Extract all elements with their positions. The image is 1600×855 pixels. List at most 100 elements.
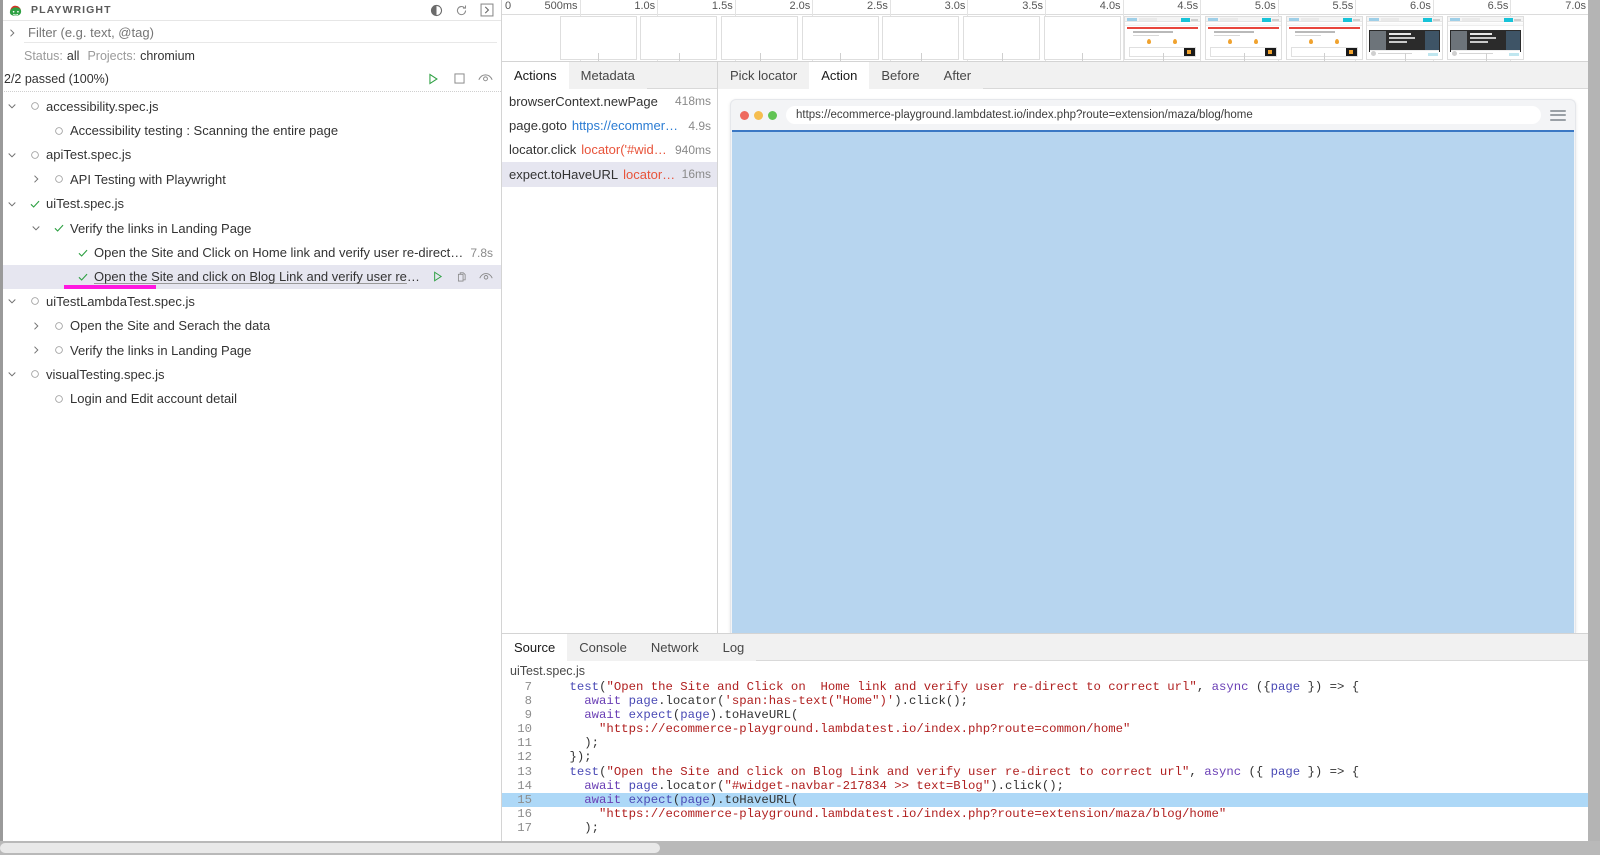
tab-before[interactable]: Before [869, 62, 932, 89]
left-edge-marker [0, 0, 3, 841]
test-tree-row[interactable]: Login and Edit account detail [0, 387, 501, 411]
filmstrip-tick [1243, 53, 1245, 61]
test-tree-row[interactable]: Open the Site and click on Blog Link and… [0, 264, 501, 290]
run-test-button[interactable] [430, 269, 445, 284]
code-line: 7 test("Open the Site and Click on Home … [502, 680, 1588, 694]
line-number: 8 [524, 694, 532, 709]
test-tree-row[interactable]: Verify the links in Landing Page [0, 338, 501, 362]
action-duration: 16ms [681, 167, 711, 182]
tab-log[interactable]: Log [710, 634, 757, 661]
action-row[interactable]: browserContext.newPage 418ms [502, 89, 717, 113]
watch-button[interactable] [477, 71, 493, 87]
action-title: locator.click [509, 142, 577, 158]
test-tree-row[interactable]: Accessibility testing : Scanning the ent… [0, 118, 501, 142]
test-tree-row[interactable]: Open the Site and Serach the data [0, 314, 501, 338]
action-row[interactable]: expect.toHaveURLlocator(':roo… 16ms [502, 162, 717, 187]
summary-row: 2/2 passed (100%) [0, 66, 501, 92]
tab-source[interactable]: Source [502, 634, 568, 661]
test-tree-row[interactable]: API Testing with Playwright [0, 167, 501, 191]
test-status-icon [24, 369, 46, 379]
minimize-dot-icon [754, 110, 763, 120]
status-value[interactable]: all [67, 49, 80, 63]
playwright-logo-icon [8, 3, 23, 18]
filmstrip-tick [598, 53, 600, 61]
test-tree-row[interactable]: uiTest.spec.js [0, 192, 501, 216]
tab-after[interactable]: After [931, 62, 984, 89]
tree-chevron-none-icon [24, 119, 48, 143]
tab-metadata[interactable]: Metadata [568, 62, 647, 89]
theme-toggle-icon[interactable] [428, 2, 445, 19]
test-tree-row[interactable]: uiTestLambdaTest.spec.js [0, 289, 501, 313]
horizontal-scrollbar[interactable] [0, 841, 1600, 855]
tab-action[interactable]: Action [809, 62, 870, 89]
reload-icon[interactable] [453, 2, 470, 19]
tree-chevron-down-icon[interactable] [0, 94, 24, 118]
test-status-icon [48, 345, 70, 355]
browser-url-bar[interactable]: https://ecommerce-playground.lambdatest.… [786, 106, 1541, 124]
test-duration: 7.8s [470, 245, 493, 260]
test-label: Verify the links in Landing Page [70, 342, 252, 358]
filmstrip[interactable] [502, 16, 1588, 61]
filmstrip-tick [678, 53, 680, 61]
test-tree-row[interactable]: apiTest.spec.js [0, 143, 501, 167]
action-row[interactable]: page.gotohttps://ecommerce-pl… 4.9s [502, 113, 717, 137]
test-label: visualTesting.spec.js [46, 366, 165, 382]
preview-tabbar: Pick locator Action Before After [718, 62, 1588, 89]
filmstrip-tick [920, 53, 922, 61]
test-status-icon [48, 174, 70, 184]
preview-panel: Pick locator Action Before After https://ec… [718, 62, 1588, 633]
code-line: 15 await expect(page).toHaveURL( [502, 792, 1588, 807]
watch-test-button[interactable] [478, 269, 493, 284]
tree-chevron-right-icon[interactable] [24, 314, 48, 338]
tree-chevron-down-icon[interactable] [24, 216, 48, 240]
hamburger-menu-icon[interactable] [1550, 109, 1566, 121]
projects-value[interactable]: chromium [140, 49, 195, 63]
sidebar-header: PLAYWRIGHT [0, 0, 501, 21]
tree-chevron-none-icon [48, 241, 72, 265]
test-label: Open the Site and click on Blog Link and… [94, 269, 420, 285]
timeline[interactable]: 0 500ms 1.0s 1.5s 2.0s 2.5s 3.0s 3.5s 4.0s 4.5s 5… [502, 0, 1588, 62]
test-status-icon [24, 198, 46, 210]
tab-pick-locator[interactable]: Pick locator [718, 62, 810, 89]
tree-chevron-down-icon[interactable] [0, 362, 24, 386]
tree-chevron-right-icon[interactable] [24, 338, 48, 362]
tab-actions[interactable]: Actions [502, 62, 569, 89]
filter-input[interactable] [24, 23, 497, 43]
line-number: 9 [524, 708, 532, 723]
tree-chevron-none-icon [24, 387, 48, 411]
filter-expand-chevron-icon[interactable] [0, 22, 24, 44]
close-dot-icon [740, 110, 749, 120]
tree-chevron-down-icon[interactable] [0, 143, 24, 167]
tree-chevron-right-icon[interactable] [24, 167, 48, 191]
filmstrip-tick [759, 53, 761, 61]
test-tree-row[interactable]: Open the Site and Click on Home link and… [0, 240, 501, 264]
horizontal-scrollbar-thumb[interactable] [0, 843, 660, 853]
test-status-icon [24, 101, 46, 111]
line-number: 10 [517, 722, 532, 737]
timeline-tick-label: 7.0s [1565, 0, 1586, 12]
timeline-tick-label: 2.0s [789, 0, 811, 12]
timeline-tick-label: 1.5s [711, 0, 733, 12]
tab-network[interactable]: Network [638, 634, 711, 661]
test-tree-row[interactable]: visualTesting.spec.js [0, 362, 501, 386]
run-all-button[interactable] [425, 71, 441, 87]
tree-chevron-down-icon[interactable] [0, 289, 24, 313]
expand-panel-icon[interactable] [478, 2, 495, 19]
tab-console[interactable]: Console [567, 634, 639, 661]
test-tree-row[interactable]: accessibility.spec.js [0, 94, 501, 118]
vertical-scrollbar[interactable] [1588, 0, 1600, 841]
stop-button[interactable] [451, 71, 467, 87]
test-status-icon [48, 222, 70, 234]
copy-button[interactable] [454, 269, 469, 284]
test-tree-row[interactable]: Verify the links in Landing Page [0, 216, 501, 240]
tree-chevron-down-icon[interactable] [0, 192, 24, 216]
test-sidebar: PLAYWRIGHT Filter (e.g. text, @tag) Stat… [0, 0, 502, 841]
actions-panel: Actions Metadata browserContext.newPage 41… [502, 62, 718, 633]
action-duration: 418ms [674, 94, 711, 109]
test-label: apiTest.spec.js [46, 147, 132, 163]
code-line: 16 "https://ecommerce-playground.lambdat… [502, 807, 1588, 821]
action-row[interactable]: locator.clicklocator('#widget… 940ms [502, 138, 717, 162]
